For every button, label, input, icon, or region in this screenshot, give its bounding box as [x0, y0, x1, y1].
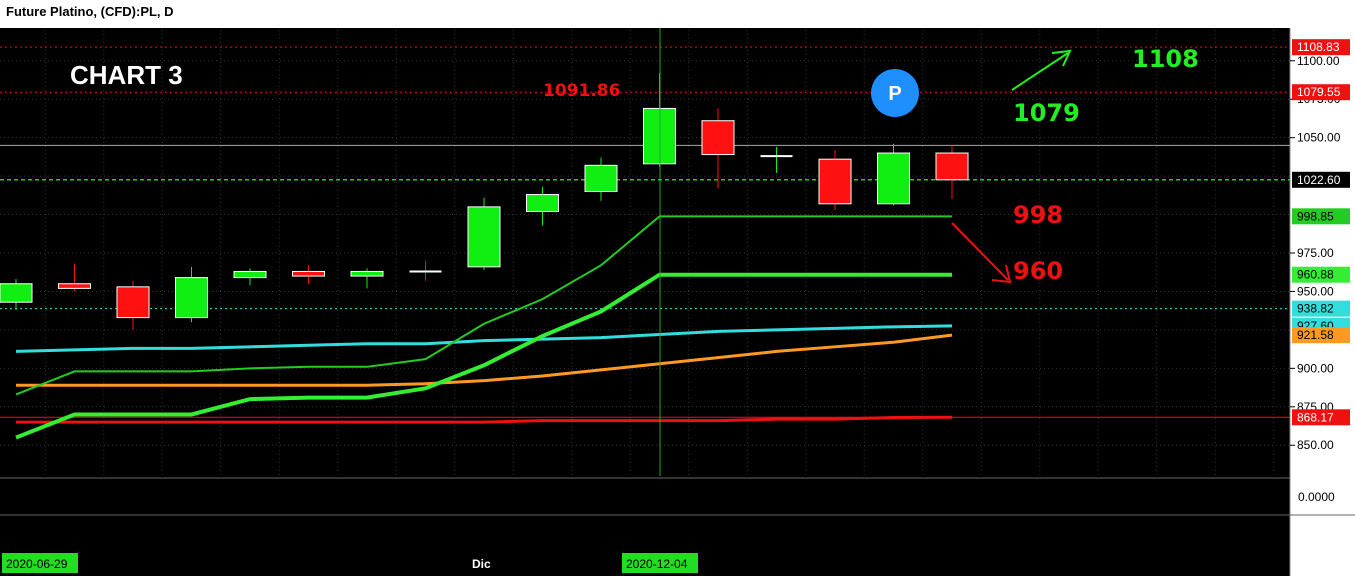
candle-body: [701, 120, 735, 156]
chart-title: CHART 3: [70, 60, 183, 90]
price-chart[interactable]: 1100.001075.001050.00975.00950.00900.008…: [0, 0, 1355, 576]
candle-body: [584, 164, 618, 192]
pivot-badge[interactable]: P: [871, 69, 919, 117]
price-tick-label: 900.00: [1297, 361, 1334, 375]
candle-body: [818, 158, 852, 205]
price-label: 938.82: [1297, 302, 1334, 316]
price-label: 998.85: [1297, 209, 1334, 223]
candle-body: [175, 277, 208, 319]
candle-body: [350, 270, 384, 277]
annotation-high: 1091.86: [543, 81, 620, 101]
annotation-target-1079: 1079: [1013, 99, 1080, 127]
price-label: 921.58: [1297, 328, 1334, 342]
candle-body: [526, 194, 559, 212]
price-tick-label: 1100.00: [1297, 54, 1340, 68]
price-label: 1022.60: [1297, 173, 1341, 187]
annotation-target-960: 960: [1013, 257, 1063, 285]
price-tick-label: 1050.00: [1297, 131, 1341, 145]
price-tick-label: 975.00: [1297, 246, 1334, 260]
price-label: 868.17: [1297, 410, 1334, 424]
price-label: 960.88: [1297, 268, 1334, 282]
price-tick-label: 850.00: [1297, 438, 1334, 452]
annotation-target-1108: 1108: [1132, 45, 1199, 73]
annotation-target-998: 998: [1013, 201, 1063, 229]
candle-body: [233, 270, 267, 279]
candle-body: [116, 286, 150, 319]
pivot-badge-label: P: [888, 83, 901, 105]
candle-body: [292, 270, 325, 277]
candle-body: [935, 152, 969, 181]
x-label-start: 2020-06-29: [6, 557, 68, 571]
candle-body: [877, 152, 910, 205]
candle-body: [0, 283, 33, 303]
price-tick-label: 950.00: [1297, 284, 1334, 298]
x-label-month: Dic: [472, 557, 491, 571]
candle-body: [58, 283, 91, 289]
price-label: 1079.55: [1297, 85, 1341, 99]
x-label-crosshair: 2020-12-04: [626, 557, 688, 571]
price-label: 1108.83: [1297, 40, 1340, 54]
candle-body: [467, 206, 501, 268]
oscillator-value: 0.0000: [1298, 490, 1335, 504]
